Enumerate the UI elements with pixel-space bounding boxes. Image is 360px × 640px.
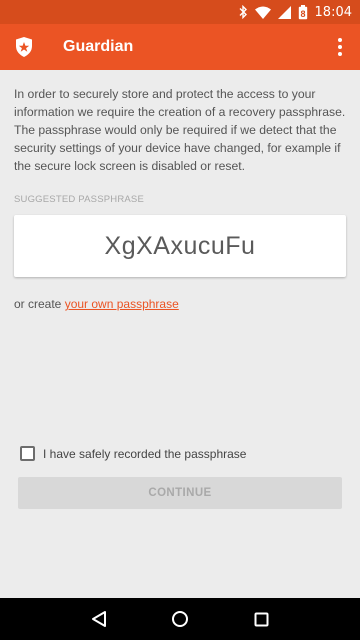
- bluetooth-icon: [239, 5, 247, 19]
- recents-icon[interactable]: [246, 604, 276, 634]
- status-bar: 8 18:04: [0, 0, 360, 24]
- create-own-line: or create your own passphrase: [14, 297, 346, 311]
- create-own-prefix: or create: [14, 297, 65, 311]
- overflow-menu-icon[interactable]: [328, 27, 352, 67]
- home-icon[interactable]: [165, 604, 195, 634]
- navigation-bar: [0, 598, 360, 640]
- intro-paragraph-1: In order to securely store and protect t…: [14, 87, 346, 119]
- signal-icon: [277, 5, 291, 19]
- confirm-recorded-row[interactable]: I have safely recorded the passphrase: [20, 446, 246, 461]
- confirm-recorded-label[interactable]: I have safely recorded the passphrase: [43, 447, 246, 461]
- create-own-passphrase-link[interactable]: your own passphrase: [65, 297, 179, 311]
- passphrase-card: XgXAxucuFu: [14, 215, 346, 277]
- confirm-recorded-checkbox[interactable]: [20, 446, 35, 461]
- app-bar: Guardian: [0, 24, 360, 70]
- back-icon[interactable]: [84, 604, 114, 634]
- suggested-passphrase-label: SUGGESTED PASSPHRASE: [14, 194, 144, 205]
- wifi-icon: [254, 6, 271, 19]
- battery-icon: 8: [298, 4, 307, 19]
- intro-paragraph-2: The passphrase would only be required if…: [14, 123, 341, 173]
- battery-level: 8: [300, 9, 305, 19]
- passphrase-value: XgXAxucuFu: [104, 231, 256, 260]
- auth0-shield-icon: [13, 36, 35, 58]
- main-content: In order to securely store and protect t…: [0, 70, 360, 598]
- app-title: Guardian: [63, 38, 134, 55]
- clock: 18:04: [314, 4, 352, 20]
- continue-button[interactable]: CONTINUE: [18, 477, 342, 509]
